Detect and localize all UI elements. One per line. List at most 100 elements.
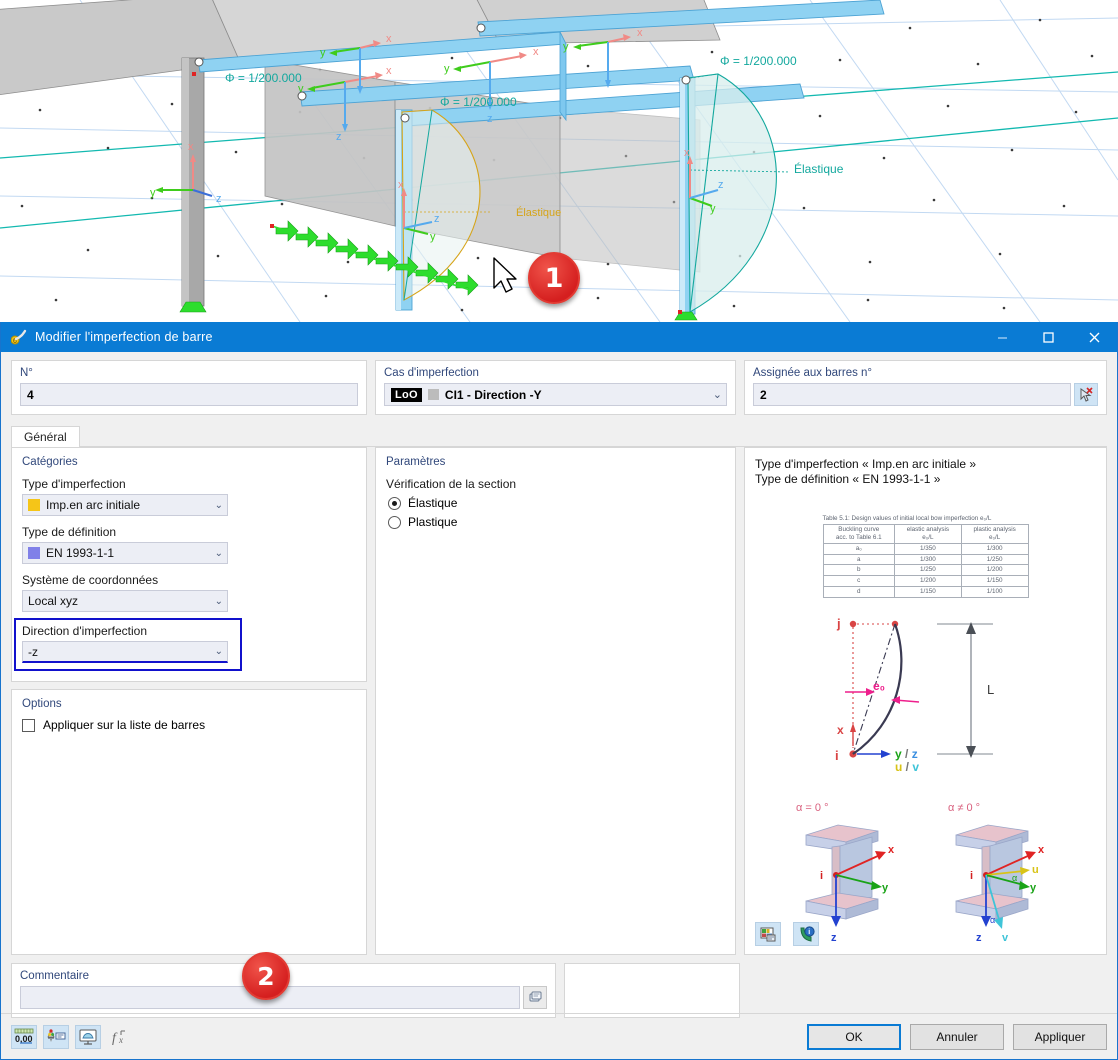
formula-icon[interactable]: f x: [107, 1025, 133, 1049]
axis-x-label-2: x: [1038, 844, 1045, 856]
tab-general[interactable]: Général: [11, 426, 80, 448]
coordinate-system-label: Système de coordonnées: [22, 573, 159, 587]
svg-text:y: y: [563, 41, 569, 53]
section-check-plastic-label: Plastique: [408, 515, 458, 529]
info-line-2: Type de définition « EN 1993-1-1 »: [755, 472, 941, 486]
elastique-label-middle: Élastique: [516, 206, 561, 219]
info-line-1: Type d'imperfection « Imp.en arc initial…: [755, 457, 977, 471]
maximize-button[interactable]: [1025, 322, 1071, 352]
svg-text:y: y: [444, 63, 450, 75]
axis-v-label: v: [1002, 932, 1009, 944]
table-header-cell: elastic analysis e₀/L: [894, 524, 962, 544]
minimize-button[interactable]: [979, 322, 1025, 352]
svg-text:x: x: [533, 46, 539, 58]
render-view-icon[interactable]: [75, 1024, 101, 1049]
dialog-bottom-bar: 0,00 f x OK Annuler Appliquer: [1, 1013, 1117, 1059]
number-label: N°: [20, 367, 33, 379]
callout-badge-1: 1: [528, 252, 580, 304]
alpha-angle-label-top: α: [1012, 873, 1017, 883]
cancel-button[interactable]: Annuler: [910, 1023, 1004, 1050]
imperfection-direction-dropdown[interactable]: -z ⌄: [22, 641, 228, 663]
dialog-titlebar[interactable]: 6 Modifier l'imperfection de barre: [1, 322, 1117, 352]
imperfection-case-group: Cas d'imperfection LoO CI1 - Direction -…: [375, 360, 736, 415]
options-group: Options Appliquer sur la liste de barres: [11, 689, 367, 955]
axis-yz-label: y / z: [895, 747, 918, 761]
imperfection-type-dropdown[interactable]: Imp.en arc initiale ⌄: [22, 494, 228, 516]
svg-text:x: x: [637, 27, 643, 39]
svg-text:z: z: [216, 193, 222, 205]
chevron-down-icon[interactable]: ⌄: [209, 548, 223, 559]
comment-library-icon[interactable]: [523, 986, 547, 1009]
close-button[interactable]: [1071, 322, 1117, 352]
definition-type-value: EN 1993-1-1: [46, 546, 115, 560]
table-header-row: Buckling curve acc. to Table 6.1 elastic…: [822, 524, 1029, 544]
display-properties-icon[interactable]: [43, 1024, 69, 1049]
parameters-group: Paramètres Vérification de la section Él…: [375, 447, 736, 955]
load-case-tag: LoO: [391, 387, 422, 402]
definition-type-dropdown[interactable]: EN 1993-1-1 ⌄: [22, 542, 228, 564]
chevron-down-icon[interactable]: ⌄: [209, 596, 223, 607]
svg-text:y: y: [430, 231, 436, 243]
section-check-elastic-row[interactable]: Élastique: [388, 496, 725, 510]
case-color-swatch: [427, 389, 439, 400]
origin-i-label-1: i: [820, 870, 823, 882]
number-input[interactable]: 4: [20, 383, 358, 406]
imperfection-direction-value: -z: [28, 644, 38, 659]
table-row: b 1/250 1/200: [822, 564, 1029, 577]
svg-text:z: z: [434, 213, 440, 225]
svg-text:z: z: [718, 179, 724, 191]
apply-to-member-list-row[interactable]: Appliquer sur la liste de barres: [22, 718, 356, 732]
select-members-icon[interactable]: [1074, 383, 1098, 406]
svg-text:x: x: [118, 1035, 123, 1045]
origin-i-label-2: i: [970, 870, 973, 882]
node-i-label: i: [835, 748, 839, 763]
design-values-table-wrap: Table 5.1: Design values of initial loca…: [755, 515, 1096, 599]
table-row: a₀ 1/350 1/300: [822, 542, 1029, 555]
table-row: d 1/150 1/100: [822, 586, 1029, 599]
decimal-places-icon[interactable]: 0,00: [11, 1024, 37, 1049]
section-check-plastic-radio[interactable]: [388, 515, 401, 529]
apply-to-member-list-label: Appliquer sur la liste de barres: [43, 718, 206, 732]
dialog-title: Modifier l'imperfection de barre: [35, 330, 213, 344]
design-values-table: Buckling curve acc. to Table 6.1 elastic…: [822, 524, 1029, 599]
apply-button[interactable]: Appliquer: [1013, 1023, 1107, 1050]
assigned-members-label: Assignée aux barres n°: [753, 367, 873, 379]
imperfection-case-combo[interactable]: LoO CI1 - Direction -Y ⌄: [384, 383, 727, 406]
length-label: L: [987, 682, 994, 697]
definition-type-swatch: [28, 547, 40, 559]
svg-text:x: x: [188, 141, 194, 153]
alpha-angle-label-bottom: α: [990, 915, 995, 925]
section-check-plastic-row[interactable]: Plastique: [388, 515, 725, 529]
info-icon[interactable]: i: [793, 922, 819, 946]
image-settings-icon[interactable]: [755, 922, 781, 946]
coordinate-system-value: Local xyz: [28, 594, 79, 608]
table-header-cell: Buckling curve acc. to Table 6.1: [822, 524, 896, 544]
alpha-nonzero-caption: α ≠ 0 °: [948, 802, 980, 814]
phi-label-1: Φ = 1/200.000: [225, 71, 302, 85]
apply-to-member-list-checkbox[interactable]: [22, 718, 35, 732]
chevron-down-icon[interactable]: ⌄: [209, 500, 223, 511]
axis-z-label-2: z: [976, 932, 982, 944]
section-check-elastic-radio[interactable]: [388, 496, 401, 510]
member-imperfection-dialog: 6 Modifier l'imperfection de barre N° 4: [0, 322, 1118, 1060]
imperfection-type-swatch: [28, 499, 40, 511]
svg-text:z: z: [336, 131, 342, 143]
axis-z-label-1: z: [831, 932, 837, 944]
ok-button[interactable]: OK: [807, 1023, 901, 1050]
chevron-down-icon[interactable]: ⌄: [209, 646, 223, 657]
dialog-header-fields: N° 4 Cas d'imperfection LoO CI1 - Direct…: [1, 352, 1117, 415]
coordinate-system-dropdown[interactable]: Local xyz ⌄: [22, 590, 228, 612]
window-controls: [979, 322, 1117, 352]
chevron-down-icon[interactable]: ⌄: [705, 388, 722, 401]
axis-u-label: u: [1032, 864, 1039, 876]
e0-label: e₀: [873, 679, 885, 693]
assigned-members-input[interactable]: 2: [753, 383, 1071, 406]
model-3d-viewport[interactable]: x y z x y z x y z x y x y x y z x y z Φ …: [0, 0, 1118, 322]
section-check-elastic-label: Élastique: [408, 496, 458, 510]
options-title: Options: [22, 698, 62, 710]
phi-label-2: Φ = 1/200.000: [440, 95, 517, 109]
imperfection-direction-label: Direction d'imperfection: [22, 624, 148, 638]
comment-row: Commentaire: [11, 963, 1107, 1018]
axis-x-label-1: x: [888, 844, 895, 856]
svg-text:f: f: [112, 1031, 118, 1046]
